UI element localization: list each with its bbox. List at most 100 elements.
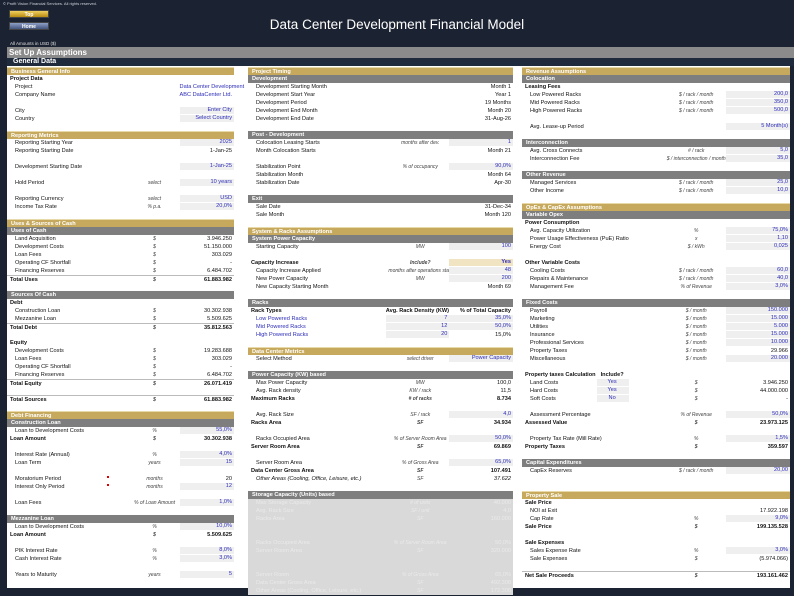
input-cell[interactable]: 5.000 <box>725 323 790 330</box>
input-cell[interactable]: 3,0% <box>725 547 790 554</box>
table-row-property-taxes-calculation: Property taxes Calculation Include? <box>522 371 790 379</box>
input-cell[interactable]: 10,0% <box>179 523 234 530</box>
row-label: Loan Amount <box>10 532 46 538</box>
input-cell[interactable]: 3,0% <box>179 555 234 562</box>
table-row-development-period: Development Period 19 Months <box>248 99 513 107</box>
input-cell[interactable]: 1,5% <box>725 435 790 442</box>
input-cell[interactable]: 55,0% <box>179 427 234 434</box>
row-unit: $ / rack / month <box>678 276 714 282</box>
input-cell[interactable]: 10,0 <box>725 187 790 194</box>
input-cell[interactable]: 20,00 <box>725 467 790 474</box>
row-mid-value[interactable]: 12 <box>385 323 450 330</box>
row-label: Maximum Racks <box>251 396 295 402</box>
row-unit: KW / rack <box>409 388 432 394</box>
row-unit: $ <box>694 524 698 530</box>
table-row-interest-only-period: Interest Only Period months 12 <box>7 483 234 491</box>
input-cell[interactable]: 60,0 <box>725 267 790 274</box>
row-mid-value[interactable]: 7 <box>385 315 450 322</box>
row-label: Data Center Gross Area <box>251 468 314 474</box>
input-cell[interactable]: 2025 <box>179 139 234 146</box>
currency-note: All Amounts in USD ($) <box>10 41 57 46</box>
input-cell[interactable]: 48 <box>449 267 513 274</box>
row-mid-value: Include? <box>600 372 624 378</box>
input-cell[interactable]: 4,0 <box>449 411 513 418</box>
input-cell[interactable]: 35,0% <box>449 315 513 322</box>
input-cell[interactable]: 20,0% <box>179 203 234 210</box>
input-cell[interactable]: 5 <box>179 571 234 578</box>
input-cell[interactable]: 50,0% <box>449 435 513 442</box>
input-cell[interactable]: 50,0% <box>449 323 513 330</box>
input-cell[interactable]: 40,0 <box>725 275 790 282</box>
input-cell[interactable]: 1,0% <box>179 499 234 506</box>
row-mid-value[interactable]: Yes <box>597 379 630 386</box>
input-cell[interactable]: 35,0 <box>725 155 790 162</box>
input-cell[interactable]: 10.000 <box>725 339 790 346</box>
row-label: Net Sale Proceeds <box>525 573 574 579</box>
table-row-property-taxes: Property Taxes $359.597 <box>522 443 790 451</box>
row-label: Moratorium Period <box>15 476 62 482</box>
comment-marker-icon <box>107 476 109 478</box>
table-row-blank <box>248 555 513 563</box>
input-cell[interactable]: 15.000 <box>725 315 790 322</box>
input-cell[interactable]: 8,0% <box>179 547 234 554</box>
input-cell[interactable]: 15.000 <box>725 331 790 338</box>
row-unit: x <box>694 236 698 242</box>
row-mid-value[interactable]: Yes <box>597 387 630 394</box>
value-cell: 193.161.462 <box>756 573 788 579</box>
input-cell[interactable]: 200,0 <box>725 91 790 98</box>
table-row-server-room-area: Server Room Area % of Gross Area 65,0% <box>248 459 513 467</box>
input-cell[interactable]: USD <box>179 195 234 202</box>
table-row-blank <box>248 523 513 531</box>
subsection-header-racks: Racks <box>248 299 513 307</box>
input-cell[interactable]: 100 <box>449 243 513 250</box>
input-cell[interactable]: 1,10 <box>725 235 790 242</box>
input-cell[interactable]: 350,0 <box>725 99 790 106</box>
table-row-project: Project Data Center Development <box>7 83 244 91</box>
value-cell: Year 1 <box>495 92 511 98</box>
input-cell[interactable]: 500,0 <box>725 107 790 114</box>
input-cell[interactable]: 20.000 <box>725 355 790 362</box>
input-cell[interactable]: Yes <box>449 259 513 266</box>
input-cell[interactable]: Select Country <box>179 115 234 122</box>
input-cell[interactable]: 3,0% <box>725 283 790 290</box>
input-cell[interactable]: 200 <box>449 275 513 282</box>
input-cell[interactable]: Power Capacity <box>449 355 513 362</box>
row-label: CapEx Reserves <box>530 468 572 474</box>
input-cell[interactable]: 5 Month(s) <box>725 123 790 130</box>
row-mid-value[interactable]: No <box>597 395 630 402</box>
row-label: Stabilization Date <box>256 180 300 186</box>
input-cell[interactable]: 25,0 <box>725 179 790 186</box>
input-cell[interactable]: 12 <box>179 483 234 490</box>
input-cell[interactable]: 10 years <box>179 179 234 186</box>
table-row-max-storage-capacity: Max Storage Capacity # of units 40.000 <box>248 499 513 507</box>
row-unit: select <box>148 196 162 202</box>
input-cell[interactable]: 50,0% <box>725 411 790 418</box>
input-cell[interactable]: 9,0% <box>725 515 790 522</box>
input-cell[interactable]: 1 <box>449 139 513 146</box>
table-row-mid-powered-racks: Mid Powered Racks $ / rack / month 350,0 <box>522 99 790 107</box>
input-cell[interactable]: 15 <box>179 459 234 466</box>
input-cell[interactable]: 65,0% <box>449 459 513 466</box>
row-mid-value[interactable]: 20 <box>385 331 450 338</box>
subsection-header-mezzanine-loan: Mezzanine Loan <box>7 515 234 523</box>
input-cell[interactable]: 150.000 <box>725 307 790 314</box>
row-label: Management Fee <box>530 284 574 290</box>
row-label: Land Costs <box>530 380 559 386</box>
input-cell[interactable]: 90,0% <box>449 163 513 170</box>
input-cell[interactable]: 5,0 <box>725 147 790 154</box>
row-mid-value: Avg. Rack Density (KW) <box>385 308 449 314</box>
row-unit: SF <box>417 420 424 426</box>
row-unit: # / rack <box>687 148 705 154</box>
input-cell[interactable]: 0,025 <box>725 243 790 250</box>
input-cell[interactable]: Enter City <box>179 107 234 114</box>
input-cell[interactable]: 4,0% <box>179 451 234 458</box>
input-cell[interactable]: 1-Jan-25 <box>179 163 234 170</box>
row-unit: SF <box>417 580 424 586</box>
input-cell[interactable]: 75,0% <box>725 227 790 234</box>
table-row-max-power-capacity: Max Power Capacity MW 100,0 <box>248 379 513 387</box>
value-cell: 6.484.702 <box>207 372 232 378</box>
